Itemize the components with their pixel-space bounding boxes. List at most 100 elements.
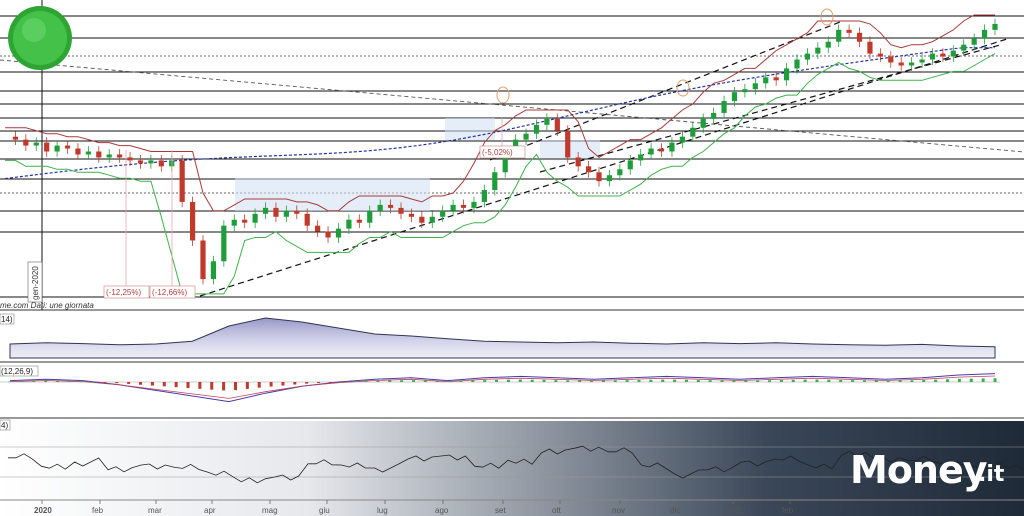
macd-histogram-bar: [305, 382, 309, 384]
candle-body: [648, 148, 654, 155]
candle-body: [856, 32, 863, 42]
macd-histogram-bar: [518, 379, 522, 382]
candle-body: [533, 124, 540, 134]
macd-histogram-bar: [542, 379, 546, 382]
candle-body: [231, 219, 237, 226]
macd-histogram-bar: [910, 380, 914, 382]
macd-histogram-bar: [590, 380, 594, 382]
candle-body: [971, 38, 977, 45]
macd-histogram-bar: [352, 381, 356, 383]
candle-body: [742, 89, 748, 93]
candle-body: [262, 207, 269, 214]
candle-body: [252, 213, 258, 223]
x-tick-label: apr: [204, 506, 216, 515]
macd-histogram-bar: [8, 381, 12, 383]
candle-body: [283, 210, 289, 217]
x-tick-label: ago: [435, 506, 449, 515]
macd-histogram-bar: [649, 379, 653, 382]
candle-body: [64, 145, 71, 149]
candle-body: [85, 151, 91, 155]
macd-histogram-bar: [210, 382, 214, 390]
macd-histogram-bar: [233, 382, 237, 391]
candle-body: [992, 23, 998, 30]
x-tick-label: nov: [612, 506, 625, 515]
macd-histogram-bar: [423, 380, 427, 382]
candle-body: [877, 53, 883, 57]
x-tick-label: mar: [148, 506, 162, 515]
macd-histogram-bar: [862, 380, 866, 382]
candle-body: [731, 92, 738, 102]
candle-body: [440, 210, 446, 217]
candle-body: [75, 148, 81, 155]
candle-body: [429, 216, 435, 223]
macd-histogram-bar: [91, 381, 95, 383]
candle-body: [752, 83, 758, 90]
volatility-panel: [9, 317, 996, 359]
x-tick-label: feb: [92, 506, 104, 515]
macd-histogram-bar: [898, 380, 902, 382]
macd-histogram-bar: [198, 382, 202, 389]
macd-histogram-bar: [744, 380, 748, 382]
macd-histogram-bar: [139, 382, 143, 385]
candle-body: [387, 204, 394, 208]
vertical-date-label-box: gen-2020: [27, 261, 43, 303]
macd-histogram-bar: [222, 382, 226, 391]
candle-body: [242, 219, 248, 223]
macd-histogram-bar: [79, 381, 83, 383]
candle-body: [398, 207, 404, 214]
x-tick-label: ott: [552, 506, 562, 515]
range-boxes: [235, 118, 600, 211]
candle-body: [585, 166, 592, 173]
source-text: me.com Dati: une giornata: [0, 301, 94, 310]
candle-body: [127, 157, 133, 161]
macd-histogram-bar: [281, 382, 285, 386]
candle-body: [273, 207, 279, 217]
candle-body: [44, 142, 50, 152]
macd-histogram-bar: [435, 381, 439, 382]
macd-histogram-bar: [673, 379, 677, 382]
macd-histogram-bar: [732, 380, 736, 382]
candle-body: [950, 50, 956, 57]
macd-histogram-bar: [32, 380, 36, 382]
macd-line: [9, 373, 996, 403]
macd-histogram-bar: [506, 379, 510, 382]
x-tick-label: mag: [262, 506, 278, 515]
macd-histogram-bar: [174, 382, 178, 388]
macd-histogram-bar: [946, 379, 950, 382]
candle-body: [189, 201, 196, 241]
candle-body: [679, 136, 685, 143]
candle-body: [158, 160, 164, 167]
macd-histogram-bar: [554, 380, 558, 382]
candle-body: [419, 216, 425, 223]
macd-histogram-bar: [613, 380, 617, 382]
candle-body: [940, 53, 946, 57]
candle-body: [794, 59, 800, 69]
macd-histogram-bar: [827, 379, 831, 382]
vertical-date-label: gen-2020: [31, 266, 40, 300]
candle-body: [96, 151, 102, 158]
chart-screenshot: (-12,25%) (-12,66%) (-5,02%) 2020 feb mar apr…: [0, 0, 1024, 516]
macd-histogram-bar: [851, 380, 855, 382]
macd-histogram-bar: [115, 382, 119, 384]
macd-histogram-bar: [566, 380, 570, 382]
macd-histogram-bar: [257, 382, 261, 388]
lower-band-line: [5, 53, 996, 295]
macd-histogram-bar: [815, 379, 819, 382]
x-tick-label: feb: [782, 506, 794, 515]
candle-body: [315, 225, 321, 232]
candle-body: [804, 53, 811, 60]
macd-histogram-bar: [684, 379, 688, 382]
macd-signal-line: [9, 375, 996, 399]
candle-body: [481, 190, 487, 202]
x-tick-label: set: [495, 506, 506, 515]
candle-body: [898, 62, 904, 66]
peak-marker: [496, 86, 510, 104]
macd-histogram-bar: [186, 382, 190, 388]
percent-annotation: (-12,66%): [152, 288, 187, 297]
candle-body: [408, 213, 415, 217]
macd-histogram-bar: [530, 379, 534, 382]
peak-marker: [676, 79, 690, 97]
macd-histogram-bar: [20, 381, 24, 382]
macd-histogram-bar: [55, 380, 59, 382]
candle-body: [200, 240, 206, 280]
